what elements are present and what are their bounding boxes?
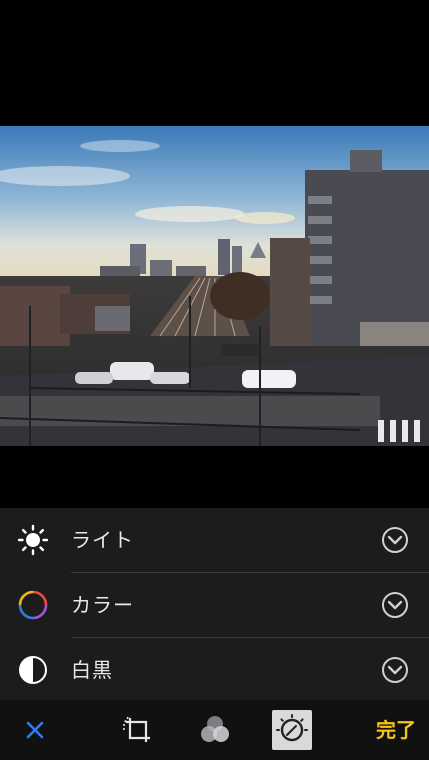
cancel-button[interactable]: [20, 710, 50, 750]
adjustments-panel: ライト カラー 白黒: [0, 508, 429, 700]
crop-rotate-icon: [123, 715, 150, 742]
adjust-dial-icon: [276, 714, 308, 742]
adjustment-row-bw[interactable]: 白黒: [0, 638, 429, 702]
adjustment-row-color[interactable]: カラー: [0, 573, 429, 637]
photo-canvas: [0, 0, 429, 508]
chevron-down-icon[interactable]: [381, 526, 409, 554]
chevron-down-icon[interactable]: [381, 656, 409, 684]
adjustment-row-light[interactable]: ライト: [0, 508, 429, 572]
color-wheel-icon: [18, 590, 48, 620]
adjustment-label-color: カラー: [71, 593, 134, 617]
filters-icon: [201, 716, 229, 742]
edit-toolbar: 完了: [0, 700, 429, 760]
adjust-button[interactable]: [272, 710, 312, 750]
adjustment-label-bw: 白黒: [71, 658, 113, 682]
crop-button[interactable]: [120, 710, 156, 750]
close-icon: [26, 721, 44, 739]
sun-icon: [17, 524, 49, 556]
black-white-icon: [19, 656, 47, 684]
chevron-down-icon[interactable]: [381, 591, 409, 619]
edited-photo: [0, 126, 429, 446]
done-button[interactable]: 完了: [368, 710, 416, 750]
adjustment-label-light: ライト: [71, 528, 134, 552]
filters-button[interactable]: [196, 710, 234, 750]
